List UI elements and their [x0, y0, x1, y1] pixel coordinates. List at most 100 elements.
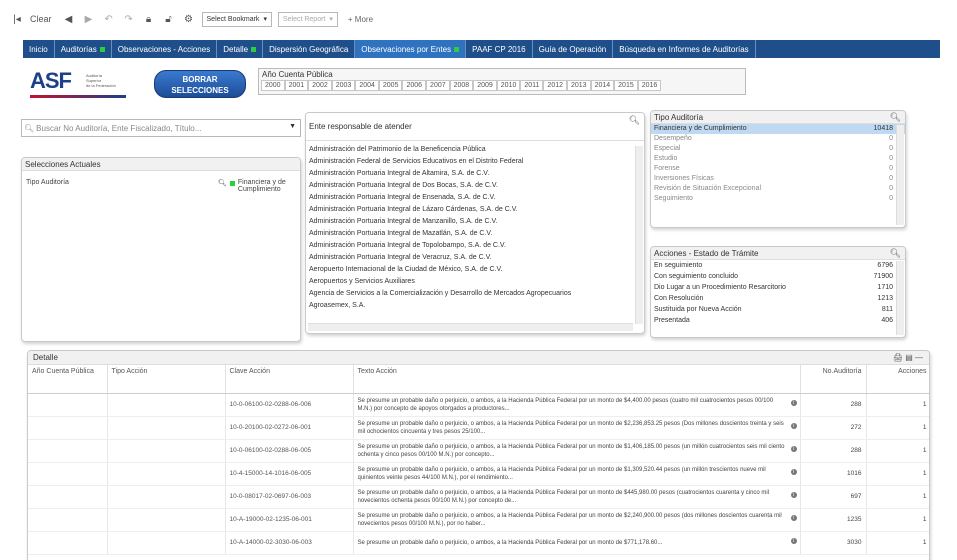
- list-item[interactable]: En seguimiento 6796: [651, 260, 905, 271]
- search-input[interactable]: 🔍︎ Buscar No Auditoría, Ente Fiscalizado…: [21, 119, 301, 137]
- vertical-scrollbar[interactable]: [635, 146, 643, 324]
- search-icon[interactable]: 🔍︎: [890, 111, 901, 124]
- info-icon[interactable]: i: [790, 468, 797, 475]
- list-item[interactable]: Administración Portuaria Integral de Top…: [306, 240, 632, 252]
- year-option[interactable]: 2002: [308, 80, 332, 91]
- year-option[interactable]: 2011: [520, 80, 544, 91]
- list-item[interactable]: Sustituida por Nueva Acción 811: [651, 304, 905, 315]
- column-header[interactable]: No.Auditoría: [800, 365, 867, 394]
- year-option[interactable]: 2004: [355, 80, 379, 91]
- tab-6[interactable]: PAAF CP 2016: [466, 40, 533, 58]
- list-item[interactable]: Forense 0: [651, 164, 905, 174]
- year-option[interactable]: 2016: [637, 80, 662, 91]
- list-item[interactable]: Administración Portuaria Integral de Ver…: [306, 252, 632, 264]
- year-option[interactable]: 2008: [449, 80, 474, 91]
- tab-3[interactable]: Detalle: [217, 40, 264, 58]
- back-icon[interactable]: ◀: [62, 12, 76, 26]
- more-button[interactable]: + More: [348, 15, 373, 24]
- year-option[interactable]: 2005: [378, 80, 403, 91]
- table-row[interactable]: 10-0-06100-02-0288-06-006 Se presume un p…: [28, 393, 929, 417]
- tab-4[interactable]: Dispersión Geográfica: [263, 40, 356, 58]
- tab-5[interactable]: Observaciones por Entes: [355, 40, 467, 58]
- list-item[interactable]: Aeropuertos y Servicios Auxiliares: [306, 276, 632, 288]
- list-item[interactable]: Agencia de Servicios a la Comercializaci…: [306, 288, 632, 300]
- list-item[interactable]: Administración Portuaria Integral de Láz…: [306, 204, 632, 216]
- year-option[interactable]: 2003: [331, 80, 356, 91]
- table-row[interactable]: 10-4-15000-14-1016-06-005 Se presume un p…: [28, 462, 929, 486]
- list-item[interactable]: Administración Federal de Servicios Educ…: [306, 156, 632, 168]
- chevron-down-icon[interactable]: ▼: [289, 123, 296, 130]
- list-item[interactable]: Seguimiento 0: [651, 194, 905, 204]
- list-item[interactable]: Inversiones Físicas 0: [651, 174, 905, 184]
- column-header[interactable]: Tipo Acción: [107, 365, 226, 394]
- bookmark-select[interactable]: Select Bookmark ▾: [201, 11, 272, 27]
- info-icon[interactable]: i: [790, 422, 797, 429]
- year-option[interactable]: 2001: [284, 80, 309, 91]
- vertical-scrollbar[interactable]: [896, 125, 904, 225]
- year-option[interactable]: 2000: [261, 80, 285, 91]
- list-item[interactable]: Con seguimiento concluido 71900: [651, 271, 905, 282]
- list-item[interactable]: Administración Portuaria Integral de Ens…: [306, 192, 632, 204]
- year-option[interactable]: 2015: [614, 80, 638, 91]
- horizontal-scrollbar[interactable]: [308, 323, 633, 331]
- print-icon[interactable]: 🖨︎: [893, 353, 903, 362]
- minimize-icon[interactable]: —: [915, 353, 923, 362]
- info-icon[interactable]: i: [790, 399, 797, 406]
- list-item[interactable]: Con Resolución 1213: [651, 293, 905, 304]
- clear-icon[interactable]: |◂: [10, 12, 24, 26]
- info-icon[interactable]: i: [790, 445, 797, 452]
- tab-7[interactable]: Guía de Operación: [533, 40, 614, 58]
- search-icon[interactable]: 🔍︎: [629, 113, 640, 127]
- year-option[interactable]: 2012: [543, 80, 567, 91]
- search-icon[interactable]: 🔍︎: [890, 247, 901, 260]
- vertical-scrollbar[interactable]: [896, 261, 904, 335]
- info-icon[interactable]: i: [790, 514, 797, 521]
- redo-icon[interactable]: ↷: [122, 12, 136, 26]
- settings-icon[interactable]: ⚙: [182, 12, 196, 26]
- year-option[interactable]: 2010: [496, 80, 521, 91]
- column-header[interactable]: Acciones: [866, 365, 929, 394]
- unlock-icon[interactable]: 🔓︎: [162, 12, 176, 26]
- list-item[interactable]: Especial 0: [651, 144, 905, 154]
- selection-row[interactable]: Tipo Auditoría 🔍︎ Financiera y de Cumpli…: [22, 171, 300, 201]
- xl-icon[interactable]: ▤: [905, 353, 913, 362]
- clear-button[interactable]: Clear: [30, 14, 52, 24]
- year-option[interactable]: 2009: [473, 80, 497, 91]
- clear-selections-button[interactable]: BORRAR SELECCIONES: [154, 70, 246, 98]
- year-option[interactable]: 2014: [590, 80, 615, 91]
- column-header[interactable]: Año Cuenta Pública: [28, 365, 108, 394]
- info-icon[interactable]: i: [790, 491, 797, 498]
- search-icon[interactable]: 🔍︎: [218, 179, 227, 187]
- forward-icon[interactable]: ▶: [82, 12, 96, 26]
- year-option[interactable]: 2006: [402, 80, 427, 91]
- list-item[interactable]: Presentada 406: [651, 315, 905, 326]
- list-item[interactable]: Administración Portuaria Integral de Dos…: [306, 180, 632, 192]
- lock-icon[interactable]: 🔒︎: [142, 12, 156, 26]
- column-header[interactable]: Clave Acción: [225, 365, 354, 394]
- list-item[interactable]: Administración Portuaria Integral de Alt…: [306, 168, 632, 180]
- list-item[interactable]: Financiera y de Cumplimiento 10418: [651, 124, 905, 134]
- table-row[interactable]: 10-0-08017-02-0697-06-003 Se presume un p…: [28, 485, 929, 509]
- table-row[interactable]: 10-0-20100-02-0272-06-001 Se presume un p…: [28, 416, 929, 440]
- table-row[interactable]: 10-0-06100-02-0288-06-005 Se presume un p…: [28, 439, 929, 463]
- list-item[interactable]: Agroasemex, S.A.: [306, 300, 632, 312]
- year-option[interactable]: 2013: [567, 80, 591, 91]
- tab-2[interactable]: Observaciones - Acciones: [112, 40, 218, 58]
- table-row[interactable]: 10-A-19000-02-1235-06-001 Se presume un p…: [28, 508, 929, 532]
- year-option[interactable]: 2007: [426, 80, 450, 91]
- tab-8[interactable]: Búsqueda en Informes de Auditorías: [613, 40, 756, 58]
- tab-1[interactable]: Auditorías: [55, 40, 112, 58]
- list-item[interactable]: Aeropuerto Internacional de la Ciudad de…: [306, 264, 632, 276]
- report-select[interactable]: Select Report ▾: [277, 11, 338, 27]
- column-header[interactable]: Texto Acción: [353, 365, 801, 394]
- list-item[interactable]: Administración Portuaria Integral de Man…: [306, 216, 632, 228]
- undo-icon[interactable]: ↶: [102, 12, 116, 26]
- list-item[interactable]: Administración Portuaria Integral de Maz…: [306, 228, 632, 240]
- table-row[interactable]: 10-A-14000-02-3030-06-003 Se presume un p…: [28, 531, 929, 555]
- list-item[interactable]: Dio Lugar a un Procedimiento Resarcitori…: [651, 282, 905, 293]
- info-icon[interactable]: i: [790, 537, 797, 544]
- list-item[interactable]: Desempeño 0: [651, 134, 905, 144]
- list-item[interactable]: Estudio 0: [651, 154, 905, 164]
- list-item[interactable]: Revisión de Situación Excepcional 0: [651, 184, 905, 194]
- list-item[interactable]: Administración del Patrimonio de la Bene…: [306, 144, 632, 156]
